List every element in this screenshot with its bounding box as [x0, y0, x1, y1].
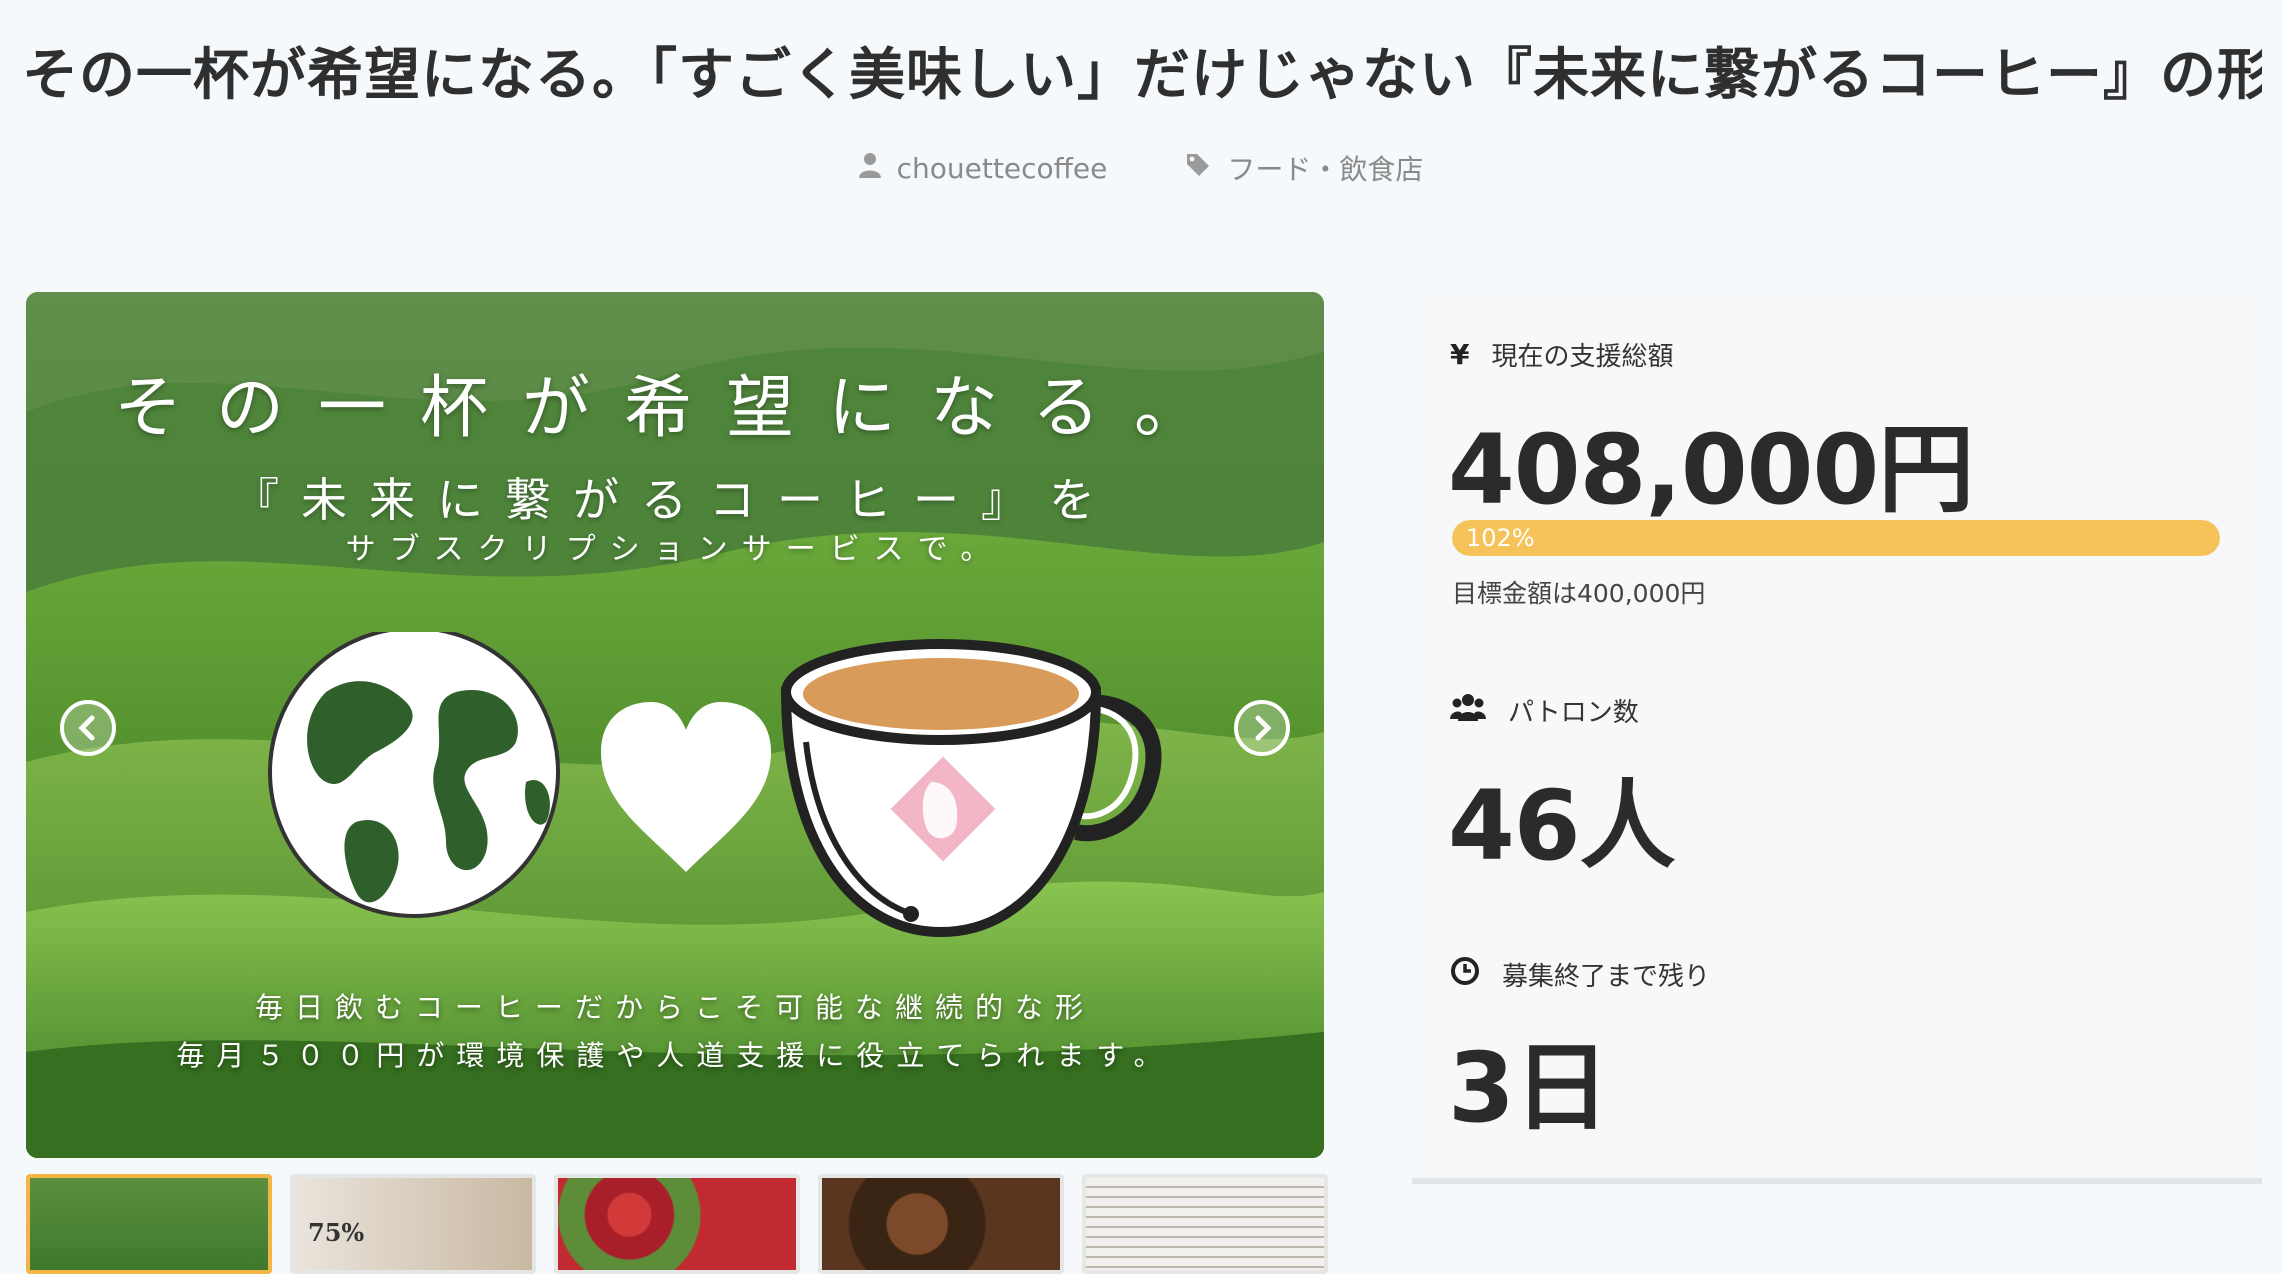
users-icon: [1450, 693, 1486, 728]
total-amount: 408,000円: [1448, 414, 1974, 526]
thumbnail-strip: 75%: [26, 1174, 1328, 1274]
slide-illustration: [268, 632, 1162, 938]
category-meta: フード・飲食店: [1185, 148, 1423, 188]
thumbnail-1[interactable]: [26, 1174, 272, 1274]
slide-headline: その一杯が希望になる。: [113, 369, 1236, 448]
page-title: その一杯が希望になる。「すごく美味しい」だけじゃない『未来に繋がるコーヒー』の形: [22, 43, 2262, 108]
globe-icon: [268, 632, 560, 918]
patrons-label: パトロン数: [1508, 698, 1639, 728]
thumbnail-5[interactable]: [1082, 1174, 1328, 1274]
slider-prev-button[interactable]: [60, 700, 116, 756]
clock-icon: [1450, 956, 1480, 993]
thumbnail-3[interactable]: [554, 1174, 800, 1274]
slide-subheadline: 『未来に繋がるコーヒー』を: [233, 473, 1117, 527]
progress-bar: 102%: [1452, 520, 2220, 556]
patrons-count: 46人: [1448, 770, 1676, 882]
slide-caption-line-2: 毎月５００円が環境保護や人道支援に役立てられます。: [176, 1039, 1174, 1072]
thumbnail-4[interactable]: [818, 1174, 1064, 1274]
user-icon: [858, 152, 881, 185]
remaining-label: 募集終了まで残り: [1502, 962, 1711, 992]
image-slider[interactable]: その一杯が希望になる。 『未来に繋がるコーヒー』を サブスクリプションサービスで…: [26, 292, 1324, 1158]
thumbnail-label: 75%: [308, 1218, 365, 1247]
slider-next-button[interactable]: [1234, 700, 1290, 756]
thumbnail-2[interactable]: 75%: [290, 1174, 536, 1274]
coffee-cup-icon: [780, 639, 1162, 938]
slide-caption-line-1: 毎日飲むコーヒーだからこそ可能な継続的な形: [254, 991, 1095, 1024]
remaining-days: 3日: [1448, 1032, 1610, 1144]
tag-icon: [1185, 152, 1211, 185]
heart-icon: [601, 702, 771, 872]
total-label: 現在の支援総額: [1491, 342, 1674, 372]
funding-stats-panel: ¥ 現在の支援総額 408,000円 102% 目標金額は400,000円 パト…: [1412, 296, 2262, 1184]
slide-subheadline-small: サブスクリプションサービスで。: [345, 532, 1005, 567]
author-link[interactable]: chouettecoffee: [897, 152, 1108, 185]
author-meta: chouettecoffee: [858, 148, 1108, 188]
project-meta: chouettecoffee フード・飲食店: [0, 148, 2282, 188]
progress-percent: 102%: [1466, 524, 1535, 552]
chevron-right-icon: [1255, 715, 1272, 741]
remaining-label-row: 募集終了まで残り: [1450, 956, 1710, 993]
chevron-left-icon: [78, 715, 95, 741]
yen-icon: ¥: [1450, 338, 1470, 371]
category-link[interactable]: フード・飲食店: [1227, 148, 1423, 188]
patrons-label-row: パトロン数: [1450, 692, 1639, 729]
goal-amount: 目標金額は400,000円: [1452, 579, 1706, 608]
total-label-row: ¥ 現在の支援総額: [1450, 336, 1674, 373]
progress-fill: 102%: [1452, 520, 2220, 556]
